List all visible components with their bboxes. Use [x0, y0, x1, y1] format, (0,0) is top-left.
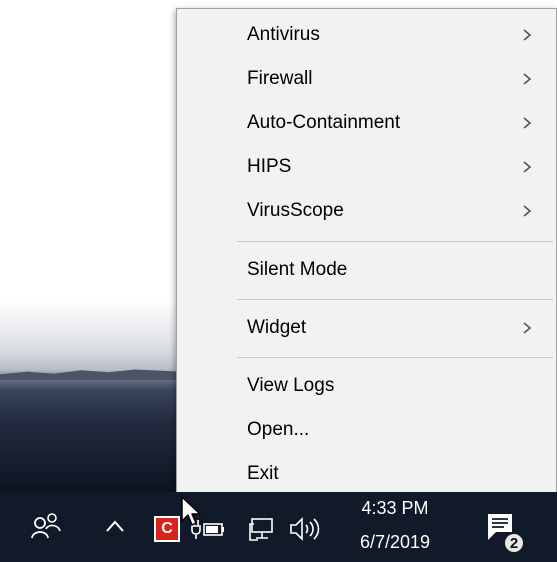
taskbar — [0, 492, 557, 562]
menu-item-antivirus[interactable]: Antivirus — [177, 13, 556, 57]
comodo-tray-icon[interactable]: C — [154, 516, 180, 542]
chevron-right-icon — [523, 205, 532, 217]
menu-item-view-logs[interactable]: View Logs — [177, 364, 556, 408]
menu-item-label: Firewall — [247, 68, 313, 89]
menu-item-label: HIPS — [247, 156, 292, 177]
menu-item-widget[interactable]: Widget — [177, 306, 556, 350]
menu-separator — [237, 357, 553, 358]
menu-item-label: Widget — [247, 317, 307, 338]
menu-item-label: Open... — [247, 419, 310, 440]
people-icon[interactable] — [30, 508, 64, 542]
chevron-up-icon — [106, 520, 124, 532]
chevron-right-icon — [523, 161, 532, 173]
menu-item-label: Silent Mode — [247, 259, 348, 280]
tray-context-menu: Antivirus Firewall Auto-Containment HIPS… — [176, 8, 557, 504]
menu-item-firewall[interactable]: Firewall — [177, 57, 556, 101]
chevron-right-icon — [523, 322, 532, 334]
menu-item-virusscope[interactable]: VirusScope — [177, 189, 556, 233]
wallpaper-horizon — [0, 369, 180, 380]
menu-item-label: Antivirus — [247, 24, 320, 45]
app-icon-letter: C — [161, 520, 173, 537]
notification-count-badge: 2 — [503, 532, 525, 554]
menu-item-silent-mode[interactable]: Silent Mode — [177, 248, 556, 292]
menu-separator — [237, 241, 553, 242]
menu-item-exit[interactable]: Exit — [177, 452, 556, 496]
menu-item-label: Auto-Containment — [247, 112, 401, 133]
desktop-screen: Antivirus Firewall Auto-Containment HIPS… — [0, 0, 557, 562]
clock-time[interactable]: 4:33 PM — [350, 498, 440, 519]
menu-item-auto-containment[interactable]: Auto-Containment — [177, 101, 556, 145]
menu-separator — [237, 299, 553, 300]
chevron-right-icon — [523, 117, 532, 129]
chevron-right-icon — [523, 73, 532, 85]
network-icon[interactable] — [248, 514, 278, 544]
menu-item-label: VirusScope — [247, 200, 344, 221]
menu-item-open[interactable]: Open... — [177, 408, 556, 452]
mouse-pointer-icon — [181, 496, 201, 526]
show-hidden-icons-button[interactable] — [104, 516, 126, 538]
volume-icon[interactable] — [288, 514, 322, 544]
clock-date[interactable]: 6/7/2019 — [350, 532, 440, 553]
chevron-right-icon — [523, 29, 532, 41]
menu-item-label: View Logs — [247, 375, 335, 396]
menu-item-label: Exit — [247, 463, 279, 484]
menu-item-hips[interactable]: HIPS — [177, 145, 556, 189]
